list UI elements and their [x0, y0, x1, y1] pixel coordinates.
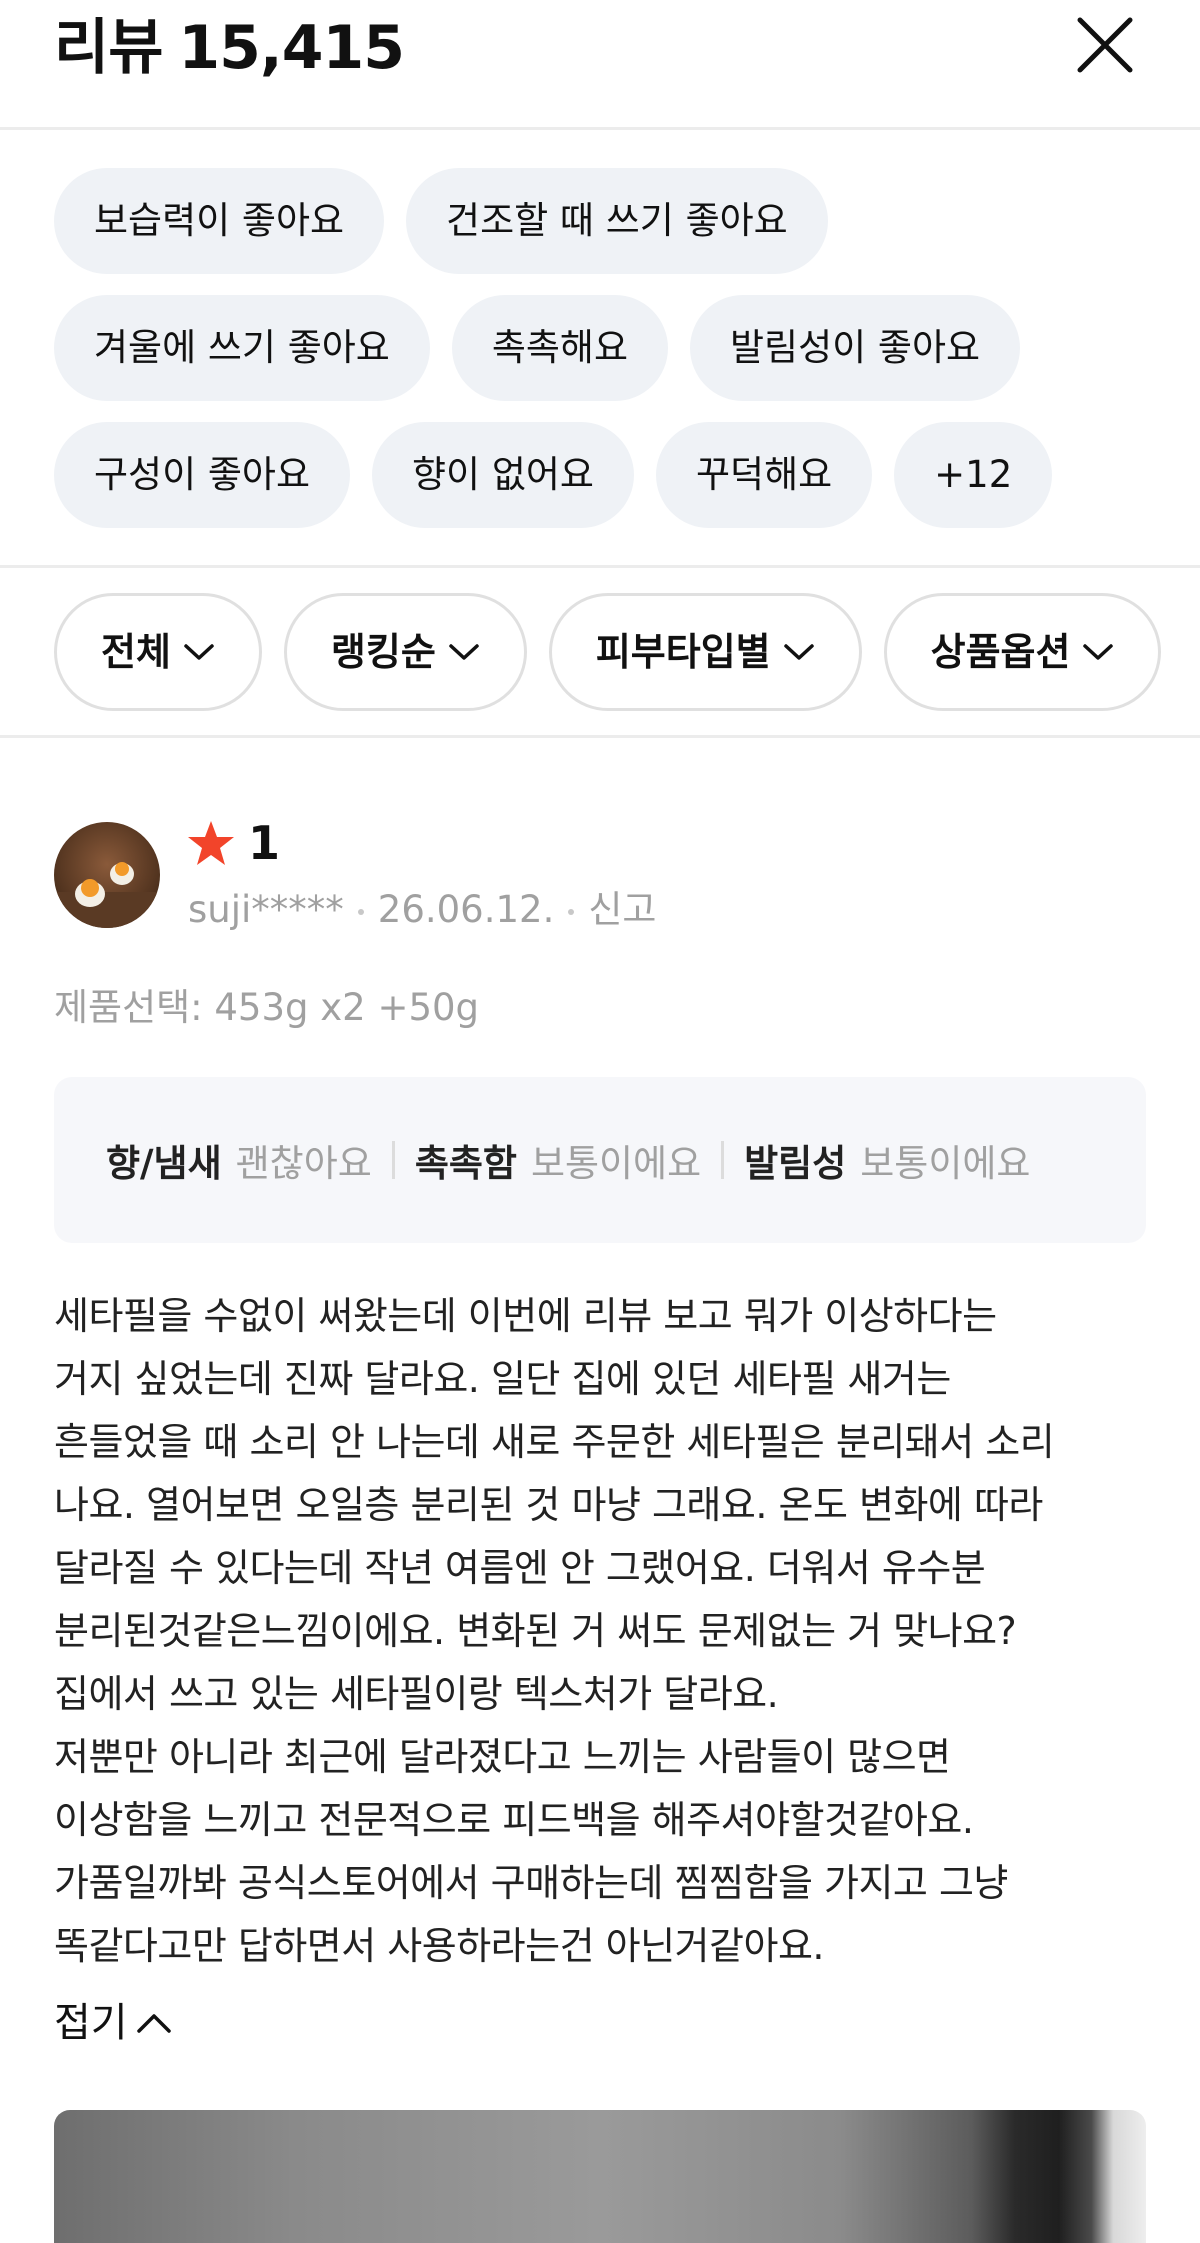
keyword-chip[interactable]: 발림성이 좋아요 — [690, 295, 1021, 401]
review-line: 가품일까봐 공식스토어에서 구매하는데 찜찜함을 가지고 그냥 — [54, 1861, 1008, 1905]
attribute-divider — [721, 1141, 725, 1179]
chevron-down-icon — [449, 644, 479, 660]
keyword-chip[interactable]: 구성이 좋아요 — [54, 422, 351, 528]
keyword-chip[interactable]: 향이 없어요 — [372, 422, 634, 528]
attribute-key: 발림성 — [744, 1142, 847, 1185]
collapse-button[interactable]: 접기 — [54, 1993, 172, 2053]
more-keywords-chip[interactable]: +12 — [894, 422, 1053, 528]
review-line: 세타필을 수없이 써왔는데 이번에 리뷰 보고 뭐가 이상하다는 — [54, 1294, 997, 1338]
review-line: 저뿐만 아니라 최근에 달라졌다고 느끼는 사람들이 많으면 — [54, 1735, 951, 1779]
page-title: 리뷰 15,415 — [54, 8, 405, 88]
filter-label: 상품옵션 — [930, 630, 1071, 674]
chevron-down-icon — [1083, 644, 1114, 660]
review-line: 흔들었을 때 소리 안 나는데 새로 주문한 세타필은 분리돼서 소리 — [54, 1420, 1055, 1464]
review-line: 분리된것같은느낌이에요. 변화된 거 써도 문제없는 거 맞나요? — [54, 1609, 1017, 1653]
separator-dot — [357, 908, 364, 915]
chip-row: 겨울에 쓰기 좋아요 촉촉해요 발림성이 좋아요 — [54, 295, 1154, 401]
review-line: 똑같다고만 답하면서 사용하라는건 아닌거같아요. — [54, 1924, 824, 1968]
keyword-chip[interactable]: 겨울에 쓰기 좋아요 — [54, 295, 430, 401]
avatar[interactable] — [54, 822, 160, 928]
chevron-up-icon — [136, 2014, 171, 2033]
keyword-chips: 보습력이 좋아요 건조할 때 쓰기 좋아요 겨울에 쓰기 좋아요 촉촉해요 발림… — [54, 168, 1154, 549]
chevron-down-icon — [184, 644, 214, 660]
review-line: 이상함을 느끼고 전문적으로 피드백을 해주셔야할것같아요. — [54, 1798, 974, 1842]
close-icon — [1077, 17, 1133, 73]
review-line: 집에서 쓰고 있는 세타필이랑 텍스처가 달라요. — [54, 1672, 779, 1716]
attribute-key: 향/냄새 — [106, 1142, 222, 1185]
page-title-label: 리뷰 — [54, 13, 163, 83]
review-rating: 1 — [186, 815, 280, 871]
attribute-divider — [391, 1141, 395, 1179]
attribute-value: 괜찮아요 — [235, 1142, 372, 1185]
review-attributes: 향/냄새 괜찮아요 촉촉함 보통이에요 발림성 보통이에요 — [54, 1077, 1146, 1243]
separator-dot — [568, 908, 575, 915]
review-line: 거지 싶었는데 진짜 달라요. 일단 집에 있던 세타필 새거는 — [54, 1357, 951, 1401]
section-divider — [0, 735, 1200, 738]
rating-score: 1 — [248, 816, 281, 870]
product-option: 제품선택: 453g x2 +50g — [54, 986, 480, 1029]
filter-option-dropdown[interactable]: 상품옵션 — [883, 593, 1162, 711]
filter-sort-dropdown[interactable]: 랭킹순 — [283, 593, 527, 711]
review-count: 15,415 — [178, 13, 405, 83]
attribute-value: 보통이에요 — [530, 1142, 702, 1185]
review-date: 26.06.12. — [377, 888, 555, 931]
keyword-chip[interactable]: 촉촉해요 — [451, 295, 669, 401]
review-photo[interactable] — [54, 2110, 1146, 2243]
attribute-key: 촉촉함 — [414, 1142, 517, 1185]
review-header: 리뷰 15,415 — [0, 0, 1200, 130]
filter-label: 랭킹순 — [330, 630, 436, 674]
section-divider — [0, 565, 1200, 568]
chevron-down-icon — [783, 644, 814, 660]
reviewer-name: suji***** — [188, 888, 344, 931]
keyword-chip[interactable]: 건조할 때 쓰기 좋아요 — [406, 168, 828, 274]
filter-label: 전체 — [101, 630, 171, 674]
review-meta: suji***** 26.06.12. 신고 — [188, 882, 656, 938]
star-icon — [188, 821, 234, 865]
avatar-image — [54, 822, 160, 928]
chip-row: 보습력이 좋아요 건조할 때 쓰기 좋아요 — [54, 168, 1154, 274]
report-link[interactable]: 신고 — [588, 888, 656, 931]
review-body: 세타필을 수없이 써왔는데 이번에 리뷰 보고 뭐가 이상하다는 거지 싶었는데… — [54, 1285, 1154, 1978]
filter-all-dropdown[interactable]: 전체 — [54, 593, 262, 711]
review-line: 나요. 열어보면 오일층 분리된 것 마냥 그래요. 온도 변화에 따라 — [54, 1483, 1043, 1527]
filter-bar: 전체 랭킹순 피부타입별 상품옵션 — [54, 593, 1162, 711]
keyword-chip[interactable]: 꾸덕해요 — [655, 422, 873, 528]
filter-label: 피부타입별 — [595, 630, 771, 674]
close-button[interactable] — [1075, 15, 1135, 75]
filter-skin-type-dropdown[interactable]: 피부타입별 — [548, 593, 862, 711]
attribute-value: 보통이에요 — [860, 1142, 1031, 1185]
chip-row: 구성이 좋아요 향이 없어요 꾸덕해요 +12 — [54, 422, 1154, 528]
collapse-label: 접기 — [54, 2000, 128, 2046]
review-line: 달라질 수 있다는데 작년 여름엔 안 그랬어요. 더워서 유수분 — [54, 1546, 986, 1590]
keyword-chip[interactable]: 보습력이 좋아요 — [54, 168, 385, 274]
